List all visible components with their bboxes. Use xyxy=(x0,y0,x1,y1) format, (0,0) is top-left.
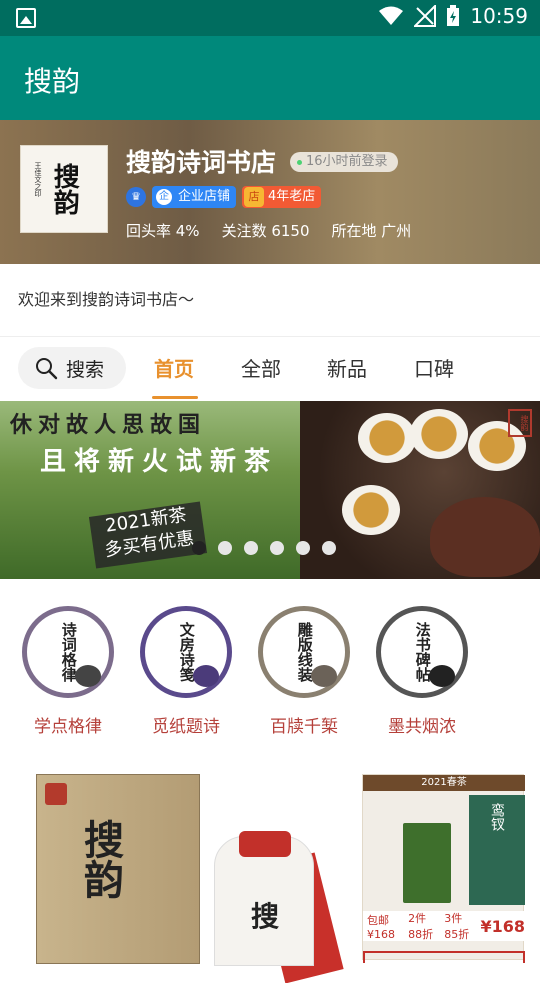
category-label: 百牍千椠 xyxy=(270,717,338,737)
tab-new[interactable]: 新品 xyxy=(327,353,367,382)
enterprise-label: 企业店铺 xyxy=(178,189,231,204)
tea-set-image xyxy=(300,401,540,579)
category-shijian[interactable]: 文房诗笺 觅纸题诗 xyxy=(136,606,236,737)
tea-price-strip: 包邮¥168 2件88折 3件85折 ¥168 xyxy=(363,911,525,941)
category-ink-circle: 法书碑帖 xyxy=(376,606,468,698)
shop-stats: 回头率 4% 关注数 6150 所在地 广州 xyxy=(126,220,411,241)
category-beitie[interactable]: 法书碑帖 墨共烟浓 xyxy=(372,606,472,737)
search-label: 搜索 xyxy=(66,358,105,381)
logo-calligraphy: 搜韵 xyxy=(49,163,80,215)
teapot xyxy=(430,497,540,577)
carousel-dot[interactable] xyxy=(244,541,258,555)
tea-bag-text: 鸾钗 xyxy=(489,803,505,831)
category-ink-circle: 雕版线装 xyxy=(258,606,350,698)
carousel-dot[interactable] xyxy=(218,541,232,555)
banner-seal: 搜韵 xyxy=(508,409,532,437)
banner-poem-line1: 休对故人思故国 xyxy=(10,412,207,438)
carousel-dots xyxy=(192,541,336,555)
tea-price: ¥168 xyxy=(480,916,525,936)
tea-cup xyxy=(410,409,468,459)
status-time: 10:59 xyxy=(470,4,528,28)
tea-offer-2: 3件85折 xyxy=(444,912,470,941)
tea-next-item-border xyxy=(363,951,525,963)
search-icon xyxy=(36,358,58,380)
ink-stone-icon xyxy=(193,665,219,687)
bottle-cap xyxy=(239,831,291,857)
tab-home[interactable]: 首页 xyxy=(154,353,194,382)
category-ink-circle: 文房诗笺 xyxy=(140,606,232,698)
ink-stone-icon xyxy=(311,665,337,687)
repeat-rate: 回头率 4% xyxy=(126,222,200,240)
old-store-label: 4年老店 xyxy=(268,189,316,204)
bottle-label-text: 搜 xyxy=(251,900,280,933)
login-status-badge: 16小时前登录 xyxy=(290,152,398,172)
old-store-badge: 店 4年老店 xyxy=(242,186,322,208)
active-tab-indicator xyxy=(152,396,198,399)
no-signal-icon xyxy=(414,5,437,27)
category-ink-circle: 诗词格律 xyxy=(22,606,114,698)
product-box-calligraphy: 搜韵 xyxy=(77,819,124,899)
tea-bag: 鸾钗 xyxy=(469,795,525,905)
tea-offer-1: 2件88折 xyxy=(408,912,434,941)
battery-charging-icon xyxy=(447,5,460,26)
logo-small-text: 王佳文之印 xyxy=(34,162,42,197)
product-book-box[interactable]: 搜韵 xyxy=(36,774,200,964)
category-label: 学点格律 xyxy=(34,717,102,737)
shop-location: 所在地 广州 xyxy=(331,222,412,240)
tea-can xyxy=(403,823,451,903)
ink-stone-icon xyxy=(429,665,455,687)
carousel-dot[interactable] xyxy=(296,541,310,555)
category-row: 诗词格律 学点格律 文房诗笺 觅纸题诗 雕版线装 百牍千椠 法书碑帖 墨共烟浓 xyxy=(0,600,540,750)
category-gelv[interactable]: 诗词格律 学点格律 xyxy=(18,606,118,737)
category-label: 觅纸题诗 xyxy=(152,717,220,737)
crown-icon: ♛ xyxy=(126,187,146,207)
tea-header: 2021春茶 xyxy=(363,775,525,791)
ink-stone-icon xyxy=(75,665,101,687)
banner-poem-line2: 且将新火试新茶 xyxy=(40,447,279,477)
product-showcase: 搜韵 搜 2021春茶 鸾钗 包邮¥168 2件88折 3件85折 ¥168 xyxy=(0,770,540,983)
enterprise-store-badge: 企企业店铺 xyxy=(152,186,237,208)
carousel-dot[interactable] xyxy=(322,541,336,555)
image-notification-icon xyxy=(16,8,36,28)
shop-header: 王佳文之印 搜韵 搜韵诗词书店 16小时前登录 ♛ 企企业店铺 店 4年老店 回头… xyxy=(0,120,540,264)
enterprise-icon: 企 xyxy=(156,189,172,205)
carousel-dot[interactable] xyxy=(192,541,206,555)
search-button[interactable]: 搜索 xyxy=(18,347,126,389)
follower-count: 关注数 6150 xyxy=(221,222,310,240)
shop-badges: ♛ 企企业店铺 店 4年老店 xyxy=(126,186,322,208)
tab-reviews[interactable]: 口碑 xyxy=(414,353,454,382)
tea-free-shipping-price: 包邮¥168 xyxy=(367,913,395,941)
promo-banner[interactable]: 休对故人思故国 且将新火试新茶 2021新茶 多买有优惠 搜韵 xyxy=(0,401,540,579)
product-spring-tea[interactable]: 2021春茶 鸾钗 包邮¥168 2件88折 3件85折 ¥168 xyxy=(362,774,525,963)
category-diaoban[interactable]: 雕版线装 百牍千椠 xyxy=(254,606,354,737)
wifi-icon xyxy=(379,6,404,25)
store-icon: 店 xyxy=(244,187,265,207)
shop-name[interactable]: 搜韵诗词书店 xyxy=(126,143,276,179)
app-title: 搜韵 xyxy=(24,65,81,98)
status-bar: 10:59 xyxy=(0,0,540,36)
carousel-dot[interactable] xyxy=(270,541,284,555)
shop-logo[interactable]: 王佳文之印 搜韵 xyxy=(20,145,108,233)
product-liquor-bottle[interactable]: 搜 xyxy=(214,831,314,966)
tab-all[interactable]: 全部 xyxy=(241,353,281,382)
shop-tabs: 搜索 首页 全部 新品 口碑 xyxy=(0,337,540,401)
category-label: 墨共烟浓 xyxy=(388,717,456,737)
tea-cup xyxy=(342,485,400,535)
tea-cup xyxy=(358,413,416,463)
red-seal-stamp xyxy=(45,783,67,805)
app-bar: 搜韵 xyxy=(0,36,540,120)
banner-promo-card: 2021新茶 多买有优惠 xyxy=(88,501,208,569)
welcome-message: 欢迎来到搜韵诗词书店～ xyxy=(18,290,195,309)
